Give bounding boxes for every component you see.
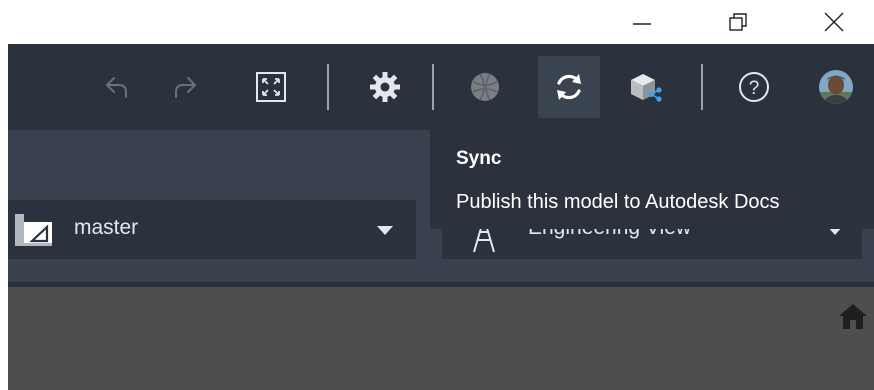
- model-share-button[interactable]: [614, 56, 676, 118]
- close-icon: [824, 12, 844, 32]
- branch-value: master: [74, 216, 139, 239]
- redo-icon: [175, 77, 196, 98]
- branch-dropdown[interactable]: master: [8, 200, 416, 259]
- tooltip-description: Publish this model to Autodesk Docs: [456, 191, 780, 213]
- fullscreen-icon: [256, 72, 286, 102]
- toolbar-separator: [327, 64, 329, 110]
- model-viewport[interactable]: [8, 287, 874, 390]
- close-button[interactable]: [811, 0, 857, 44]
- globe-icon: [471, 73, 499, 101]
- sync-button[interactable]: [538, 56, 600, 118]
- sync-icon: [557, 74, 581, 100]
- fullscreen-button[interactable]: [240, 56, 302, 118]
- minimize-button[interactable]: [619, 0, 665, 44]
- redo-button[interactable]: [154, 56, 216, 118]
- undo-button[interactable]: [86, 56, 148, 118]
- sync-tooltip: Sync Publish this model to Autodesk Docs: [430, 130, 874, 229]
- user-avatar-button[interactable]: [805, 56, 867, 118]
- chevron-down-icon: [377, 226, 393, 235]
- window-titlebar: [0, 0, 874, 44]
- help-button[interactable]: ?: [723, 56, 785, 118]
- restore-button[interactable]: [715, 0, 761, 44]
- blueprint-icon: [15, 214, 52, 246]
- gear-icon: [370, 72, 400, 102]
- toolbar-separator: [701, 64, 703, 110]
- globe-button[interactable]: [454, 56, 516, 118]
- tooltip-title: Sync: [456, 148, 502, 169]
- toolbar-separator: [432, 64, 434, 110]
- avatar: [819, 70, 853, 104]
- main-toolbar: ?: [8, 44, 874, 130]
- model-share-icon: [631, 74, 662, 102]
- settings-button[interactable]: [354, 56, 416, 118]
- home-icon[interactable]: [838, 301, 868, 331]
- undo-icon: [106, 77, 127, 98]
- restore-icon: [729, 13, 747, 31]
- svg-text:?: ?: [749, 78, 760, 99]
- help-icon: ?: [739, 72, 769, 102]
- minimize-icon: [633, 23, 651, 25]
